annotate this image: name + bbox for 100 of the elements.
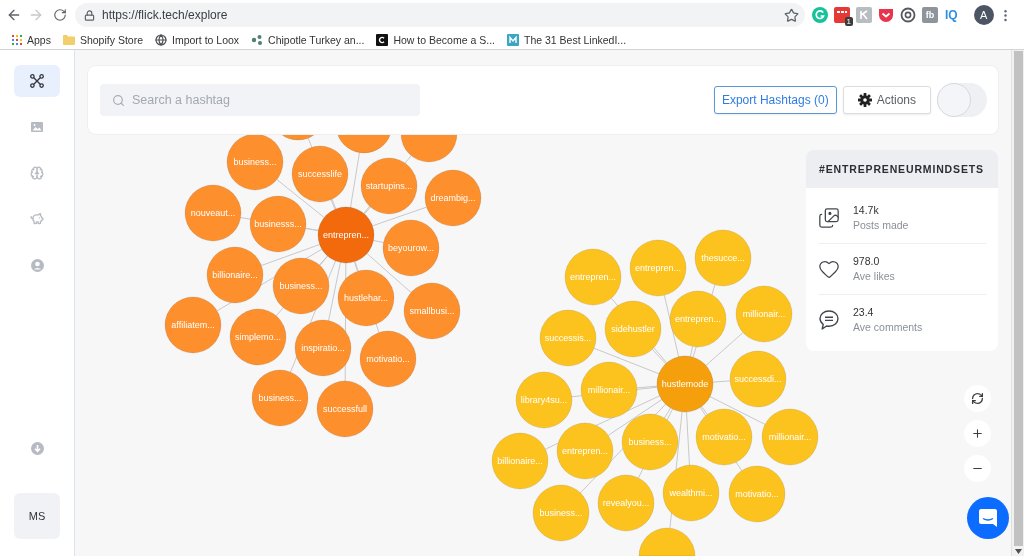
brain-icon xyxy=(30,166,44,180)
bookmark-button[interactable]: Import to Loox xyxy=(151,30,244,49)
user-avatar[interactable]: MS xyxy=(14,493,60,539)
refresh-button[interactable] xyxy=(964,385,991,412)
bookmark-button[interactable]: Shopify Store xyxy=(58,30,147,49)
network-icon xyxy=(30,74,44,88)
image-icon xyxy=(31,122,43,132)
dots-logo-icon xyxy=(251,33,264,46)
edge-line xyxy=(686,411,690,466)
stat-label: Posts made xyxy=(853,217,909,233)
hashtag-node[interactable]: entrepren... xyxy=(317,206,375,264)
hashtag-node[interactable]: entrepren... xyxy=(556,422,614,480)
hashtag-node[interactable]: millionair... xyxy=(761,408,819,466)
shield-icon xyxy=(878,7,894,23)
hashtag-node[interactable]: entrepren... xyxy=(629,239,687,297)
circle-logo-icon xyxy=(812,7,828,23)
hashtag-node[interactable]: dreambig... xyxy=(424,169,482,227)
hashtag-node[interactable]: affiliatem... xyxy=(164,296,222,354)
hashtag-node[interactable]: business... xyxy=(251,369,309,427)
hashtag-node[interactable]: entrepren... xyxy=(564,248,622,306)
heart-icon xyxy=(818,258,840,280)
bookmark-button[interactable]: How to Become a S... xyxy=(372,30,499,49)
hashtag-node[interactable]: billionaire... xyxy=(491,432,549,490)
hashtag-node[interactable]: successdi... xyxy=(729,350,787,408)
hashtag-node[interactable]: smallbusi... xyxy=(403,282,461,340)
extension-icon xyxy=(856,7,872,23)
zoom-in-button[interactable] xyxy=(964,420,991,447)
stat-value: 14.7k xyxy=(853,202,880,218)
bookmark-button[interactable]: Apps xyxy=(8,30,55,49)
hashtag-node[interactable]: revealyou... xyxy=(597,474,655,532)
search-field[interactable]: Search a hashtag xyxy=(100,84,420,116)
hashtag-node[interactable]: inspiratio... xyxy=(294,319,352,377)
extension-button[interactable]: IQ xyxy=(943,6,960,24)
bookmark-button[interactable]: Chipotle Turkey an... xyxy=(247,30,369,49)
export-button[interactable]: Export Hashtags (0) xyxy=(713,86,837,114)
scrollbar-thumb[interactable] xyxy=(1013,51,1023,546)
hashtag-node[interactable]: library4su... xyxy=(515,371,573,429)
hashtag-node[interactable]: successlife xyxy=(291,145,349,203)
stat-value: 978.0 xyxy=(853,254,881,269)
hashtag-node[interactable]: motivatio... xyxy=(728,465,786,523)
hashtag-node[interactable]: business... xyxy=(532,484,590,542)
target-icon xyxy=(900,7,916,23)
hashtag-node[interactable]: wealthmi... xyxy=(662,464,720,522)
folder-icon xyxy=(62,34,75,45)
address-bar[interactable]: https://flick.tech/explore xyxy=(75,3,805,27)
hashtag-node[interactable]: beyourow... xyxy=(382,219,440,277)
hashtag-node[interactable]: millionair... xyxy=(735,285,793,343)
hashtag-node[interactable]: entrepren... xyxy=(669,290,727,348)
hashtag-node[interactable]: business... xyxy=(272,257,330,315)
chat-launcher-button[interactable] xyxy=(967,497,1009,539)
calendar-icon xyxy=(834,7,850,23)
apps-grid-icon xyxy=(12,34,22,45)
edge-line xyxy=(712,380,731,383)
hashtag-node[interactable]: business... xyxy=(621,413,679,471)
download-icon xyxy=(30,441,44,455)
star-icon[interactable] xyxy=(784,7,799,23)
plus-icon xyxy=(971,427,984,440)
edge-line xyxy=(350,152,360,208)
square-logo-icon xyxy=(376,33,389,46)
count-badge: 1 xyxy=(844,17,853,26)
piggy-bank-icon xyxy=(30,212,44,226)
reload-icon[interactable] xyxy=(53,8,67,22)
stat-label: Ave likes xyxy=(853,269,895,284)
hashtag-node[interactable]: successis... xyxy=(539,309,597,367)
actions-button[interactable]: Actions xyxy=(842,86,931,114)
gear-icon xyxy=(857,93,872,107)
hashtag-node[interactable]: hustlehar... xyxy=(337,269,395,327)
hashtag-node[interactable]: motivatio... xyxy=(695,408,753,466)
search-icon xyxy=(112,94,125,107)
hashtag-node[interactable]: hustlemode xyxy=(656,355,714,413)
refresh-icon xyxy=(971,392,984,405)
hashtag-node[interactable]: billionaire... xyxy=(206,246,264,304)
globe-icon xyxy=(155,33,167,46)
nav-item[interactable] xyxy=(14,65,60,97)
hashtag-title: #ENTREPRENEURMINDSETS xyxy=(819,163,984,175)
scroll-down-icon[interactable] xyxy=(1014,549,1022,554)
stat-value: 23.4 xyxy=(853,305,875,320)
hashtag-node[interactable]: successfull xyxy=(316,380,374,438)
extension-button[interactable]: fb xyxy=(922,7,938,23)
hashtag-node[interactable]: businesss... xyxy=(249,195,307,253)
hashtag-node[interactable]: startupins... xyxy=(360,157,418,215)
profile-avatar[interactable]: A xyxy=(973,5,994,25)
hashtag-node[interactable]: millionair... xyxy=(580,361,638,419)
toggle-switch[interactable] xyxy=(937,83,987,117)
extension-button[interactable]: 1 xyxy=(831,4,853,26)
hashtag-node[interactable] xyxy=(337,133,391,154)
bookmark-button[interactable]: The 31 Best LinkedI... xyxy=(502,30,631,49)
chat-icon xyxy=(978,508,998,528)
hashtag-node[interactable]: thesucce... xyxy=(694,229,752,287)
url-text: https://flick.tech/explore xyxy=(102,8,229,22)
hashtag-node[interactable]: sidehustler xyxy=(604,300,662,358)
hashtag-node[interactable]: motivatio... xyxy=(359,330,417,388)
edge-line xyxy=(372,240,385,243)
hashtag-node[interactable] xyxy=(638,527,696,556)
hashtag-node[interactable]: simplemo... xyxy=(229,308,287,366)
images-icon xyxy=(818,206,840,229)
comment-icon xyxy=(818,309,840,331)
hashtag-node[interactable] xyxy=(400,133,458,163)
hashtag-node[interactable]: business... xyxy=(226,133,284,191)
hashtag-node[interactable]: nouveaut... xyxy=(184,184,242,242)
